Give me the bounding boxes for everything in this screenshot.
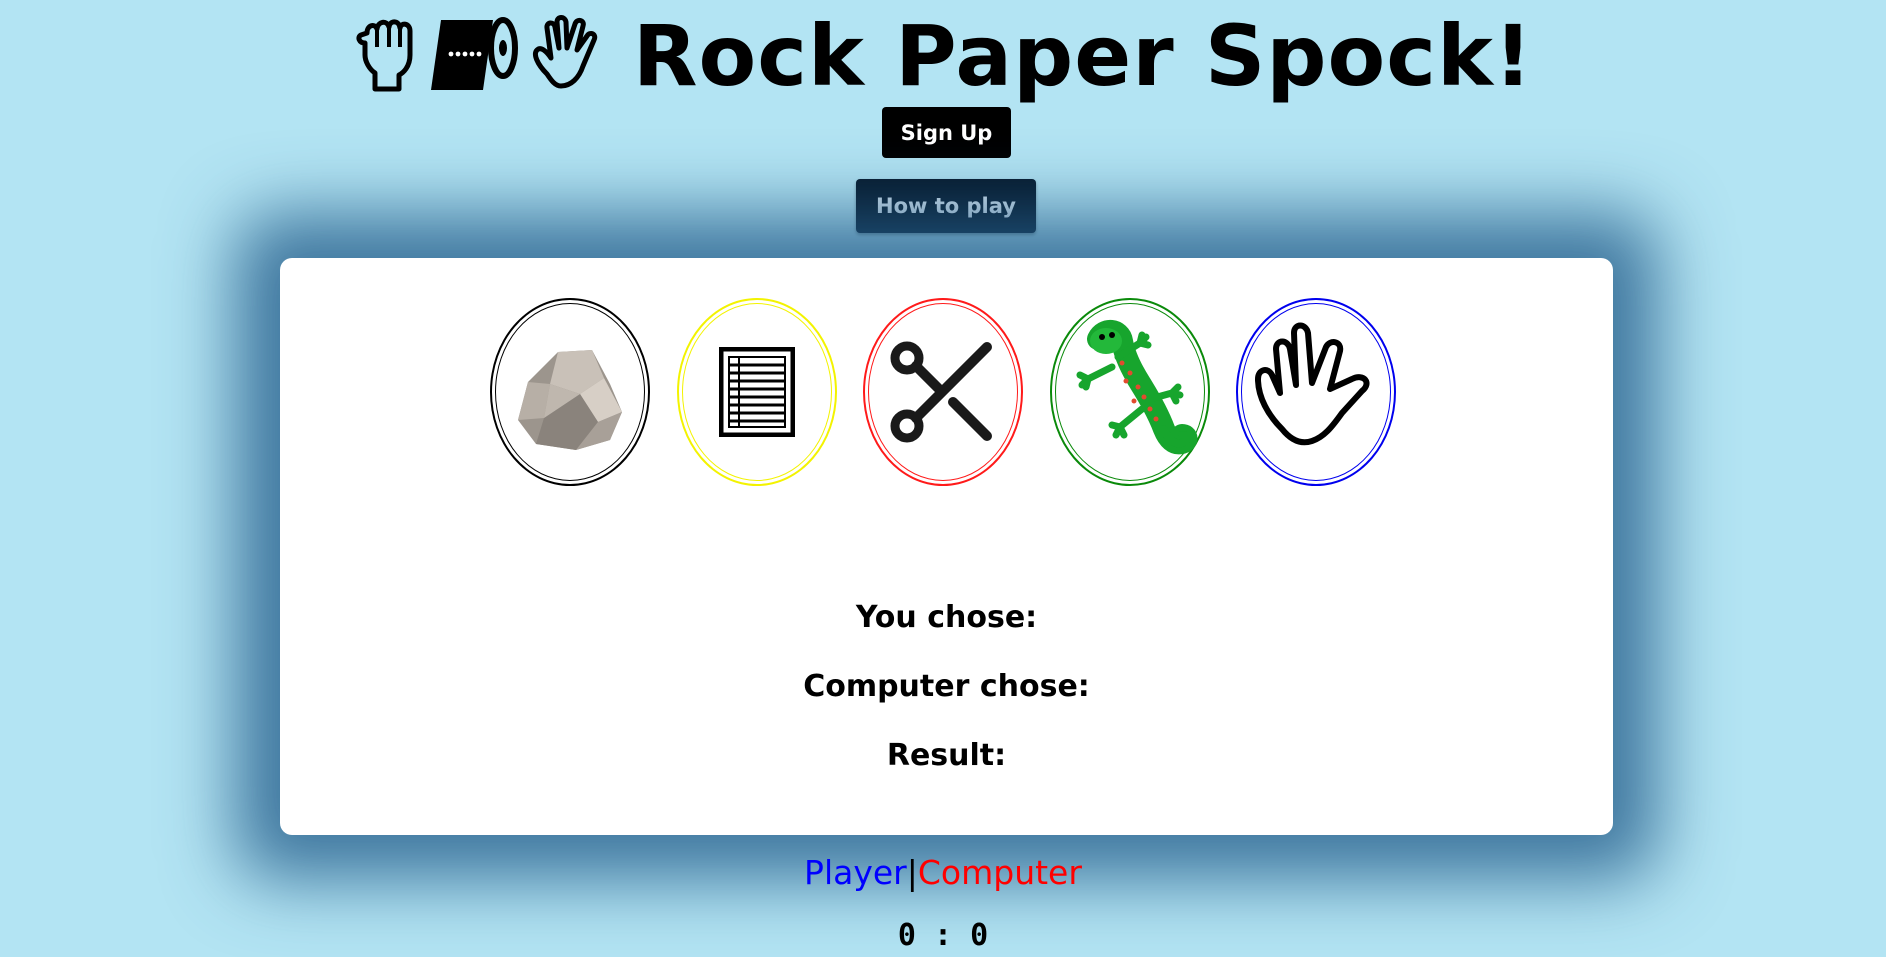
result-label: Result: bbox=[886, 738, 1007, 773]
player-score-label: Player bbox=[804, 853, 907, 892]
signup-button[interactable]: Sign Up bbox=[882, 107, 1011, 158]
fist-icon bbox=[353, 15, 419, 93]
how-to-play-button[interactable]: How to play bbox=[856, 179, 1036, 233]
title-icons bbox=[353, 14, 607, 94]
choice-spock[interactable] bbox=[1236, 298, 1396, 486]
score-separator: | bbox=[906, 853, 918, 892]
scoreboard-labels: Player|Computer bbox=[0, 853, 1886, 892]
score-value: 0 : 0 bbox=[897, 918, 989, 953]
lizard-icon bbox=[1076, 320, 1198, 455]
page-title: Rock Paper Spock! bbox=[632, 6, 1534, 105]
game-card: You chose: Computer chose: Result: bbox=[280, 258, 1613, 835]
choice-rock[interactable] bbox=[490, 298, 650, 486]
paper-icon bbox=[719, 347, 795, 437]
computer-score-label: Computer bbox=[917, 853, 1082, 892]
paper-roll-icon bbox=[427, 14, 519, 94]
choice-paper[interactable] bbox=[677, 298, 837, 486]
computer-chose-label: Computer chose: bbox=[803, 669, 1090, 704]
you-chose-label: You chose: bbox=[855, 600, 1038, 635]
spock-hand-icon bbox=[527, 14, 607, 94]
page-header: Rock Paper Spock! bbox=[0, 6, 1886, 101]
spock-icon bbox=[1255, 322, 1370, 446]
rock-icon bbox=[518, 350, 622, 450]
choice-scissors[interactable] bbox=[863, 298, 1023, 486]
scissors-icon bbox=[890, 341, 992, 443]
choice-lizard[interactable] bbox=[1050, 298, 1210, 486]
